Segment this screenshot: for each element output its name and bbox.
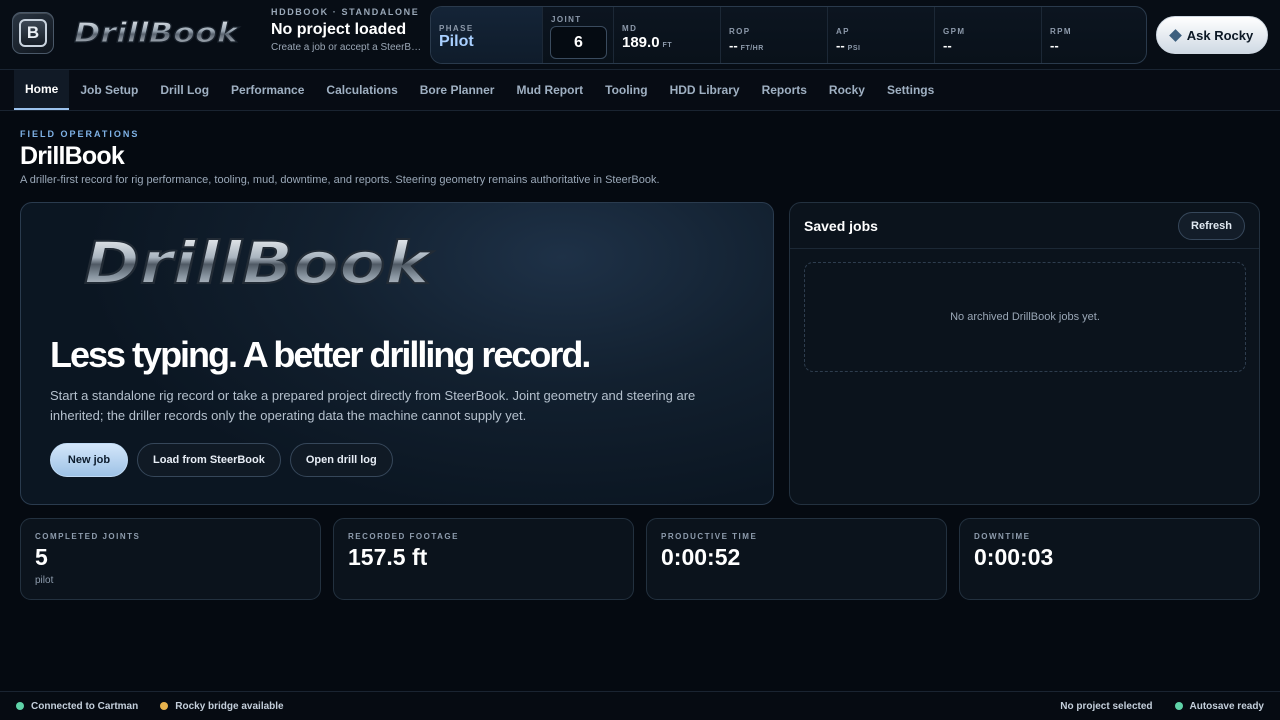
tab-calculations[interactable]: Calculations (315, 70, 408, 110)
status-autosave-label: Autosave ready (1189, 700, 1264, 712)
stat-value: 157.5 ft (348, 544, 428, 570)
status-dot-icon (16, 702, 24, 710)
status-left: Connected to Cartman Rocky bridge availa… (16, 701, 284, 712)
rop-number: -- (729, 38, 738, 53)
telemetry-phase: PHASE Pilot (431, 7, 543, 63)
md-value: 189.0 FT (622, 35, 720, 54)
ap-label: AP (836, 27, 850, 36)
ask-rocky-label: Ask Rocky (1186, 27, 1254, 43)
tab-settings[interactable]: Settings (876, 70, 945, 110)
phase-label: PHASE (439, 24, 474, 33)
rop-unit: FT/HR (740, 45, 764, 52)
stat-value: 5 (35, 544, 48, 570)
saved-jobs-empty-state: No archived DrillBook jobs yet. (804, 262, 1246, 372)
status-rocky-label: Rocky bridge available (175, 700, 284, 712)
stat-label: PRODUCTIVE TIME (661, 532, 758, 541)
status-dot-icon (1174, 702, 1183, 710)
saved-jobs-header: Saved jobs Refresh (790, 203, 1259, 249)
tab-mud-report[interactable]: Mud Report (505, 70, 594, 110)
stat-recorded-footage: RECORDED FOOTAGE 157.5 ft (333, 518, 634, 600)
gpm-value: -- (943, 38, 952, 53)
drillbook-logo: DrillBook (73, 15, 241, 49)
hero-logo-text: DrillBook (84, 229, 434, 297)
tab-bore-planner[interactable]: Bore Planner (409, 70, 506, 110)
hero-actions: New job Load from SteerBook Open drill l… (50, 443, 393, 477)
ap-unit: PSI (847, 45, 861, 52)
load-from-steerbook-button[interactable]: Load from SteerBook (137, 443, 281, 477)
rpm-label: RPM (1050, 27, 1072, 36)
status-project: No project selected (1060, 701, 1152, 712)
stat-value: 0:00:03 (974, 544, 1054, 570)
stat-sub: pilot (35, 575, 54, 586)
stat-label: DOWNTIME (974, 532, 1031, 541)
tab-performance[interactable]: Performance (220, 70, 315, 110)
stat-downtime: DOWNTIME 0:00:03 (959, 518, 1260, 600)
app-badge-icon[interactable]: B (12, 12, 54, 54)
hero-headline: Less typing. A better drilling record. (50, 334, 591, 375)
stat-value: 0:00:52 (661, 544, 741, 570)
telemetry-rop: ROP -- FT/HR (721, 7, 828, 63)
status-bar: Connected to Cartman Rocky bridge availa… (0, 691, 1280, 720)
stat-completed-joints: COMPLETED JOINTS 5 pilot (20, 518, 321, 600)
hero-body: Start a standalone rig record or take a … (50, 388, 696, 423)
new-job-button[interactable]: New job (50, 443, 128, 477)
open-drill-log-button[interactable]: Open drill log (289, 443, 393, 477)
saved-jobs-panel: Saved jobs Refresh No archived DrillBook… (789, 202, 1260, 505)
tab-rocky[interactable]: Rocky (818, 70, 876, 110)
tab-drill-log[interactable]: Drill Log (149, 70, 220, 110)
top-header: B DrillBook HDDBOOK · STANDALONE No proj… (0, 0, 1280, 70)
drillbook-hero-logo: DrillBook (83, 228, 435, 298)
tab-hdd-library[interactable]: HDD Library (659, 70, 751, 110)
tab-home[interactable]: Home (14, 70, 70, 110)
logo-text: DrillBook (74, 16, 241, 49)
project-subtitle: Create a job or accept a SteerBook hando… (271, 42, 423, 53)
stat-productive-time: PRODUCTIVE TIME 0:00:52 (646, 518, 947, 600)
status-cartman-label: Connected to Cartman (31, 700, 139, 712)
saved-jobs-title: Saved jobs (804, 217, 878, 234)
refresh-button[interactable]: Refresh (1178, 211, 1245, 240)
project-eyebrow: HDDBOOK · STANDALONE (271, 7, 420, 17)
joint-label: JOINT (551, 15, 582, 24)
project-info: HDDBOOK · STANDALONE No project loaded C… (271, 7, 423, 53)
tab-tooling[interactable]: Tooling (594, 70, 658, 110)
telemetry-md: MD 189.0 FT (614, 7, 721, 63)
md-number: 189.0 (622, 34, 660, 51)
page-eyebrow: FIELD OPERATIONS (20, 129, 140, 139)
phase-value: Pilot (439, 33, 474, 50)
telemetry-strip: PHASE Pilot JOINT 6 MD 189.0 FT ROP -- FT/… (430, 6, 1147, 64)
gpm-label: GPM (943, 27, 966, 36)
status-rocky-bridge: Rocky bridge available (160, 700, 284, 712)
status-autosave: Autosave ready (1174, 700, 1264, 712)
hero-card: DrillBook Less typing. A better drilling… (20, 202, 774, 505)
app-badge-letter: B (19, 19, 47, 47)
page-description: A driller-first record for rig performan… (20, 174, 660, 186)
stat-label: RECORDED FOOTAGE (348, 532, 459, 541)
main-nav: Home Job Setup Drill Log Performance Cal… (0, 70, 1280, 111)
md-label: MD (622, 24, 638, 33)
ap-value: -- PSI (836, 38, 934, 57)
project-title: No project loaded (271, 21, 407, 38)
status-dot-icon (160, 702, 169, 710)
joint-input[interactable]: 6 (550, 26, 607, 59)
status-right: No project selected Autosave ready (1060, 701, 1264, 712)
status-cartman: Connected to Cartman (16, 701, 138, 712)
rop-value: -- FT/HR (729, 38, 827, 57)
tab-job-setup[interactable]: Job Setup (69, 70, 149, 110)
tab-reports[interactable]: Reports (751, 70, 818, 110)
rpm-value: -- (1050, 38, 1059, 53)
telemetry-joint: JOINT 6 (543, 7, 614, 63)
md-unit: FT (662, 42, 673, 49)
telemetry-rpm: RPM -- (1042, 7, 1146, 63)
page-title: DrillBook (20, 142, 125, 170)
ask-rocky-button[interactable]: Ask Rocky (1156, 16, 1268, 54)
rop-label: ROP (729, 27, 751, 36)
diamond-icon (1168, 28, 1182, 42)
stat-label: COMPLETED JOINTS (35, 532, 141, 541)
telemetry-ap: AP -- PSI (828, 7, 935, 63)
telemetry-gpm: GPM -- (935, 7, 1042, 63)
status-project-label: No project selected (1060, 700, 1153, 712)
ap-number: -- (836, 38, 845, 53)
